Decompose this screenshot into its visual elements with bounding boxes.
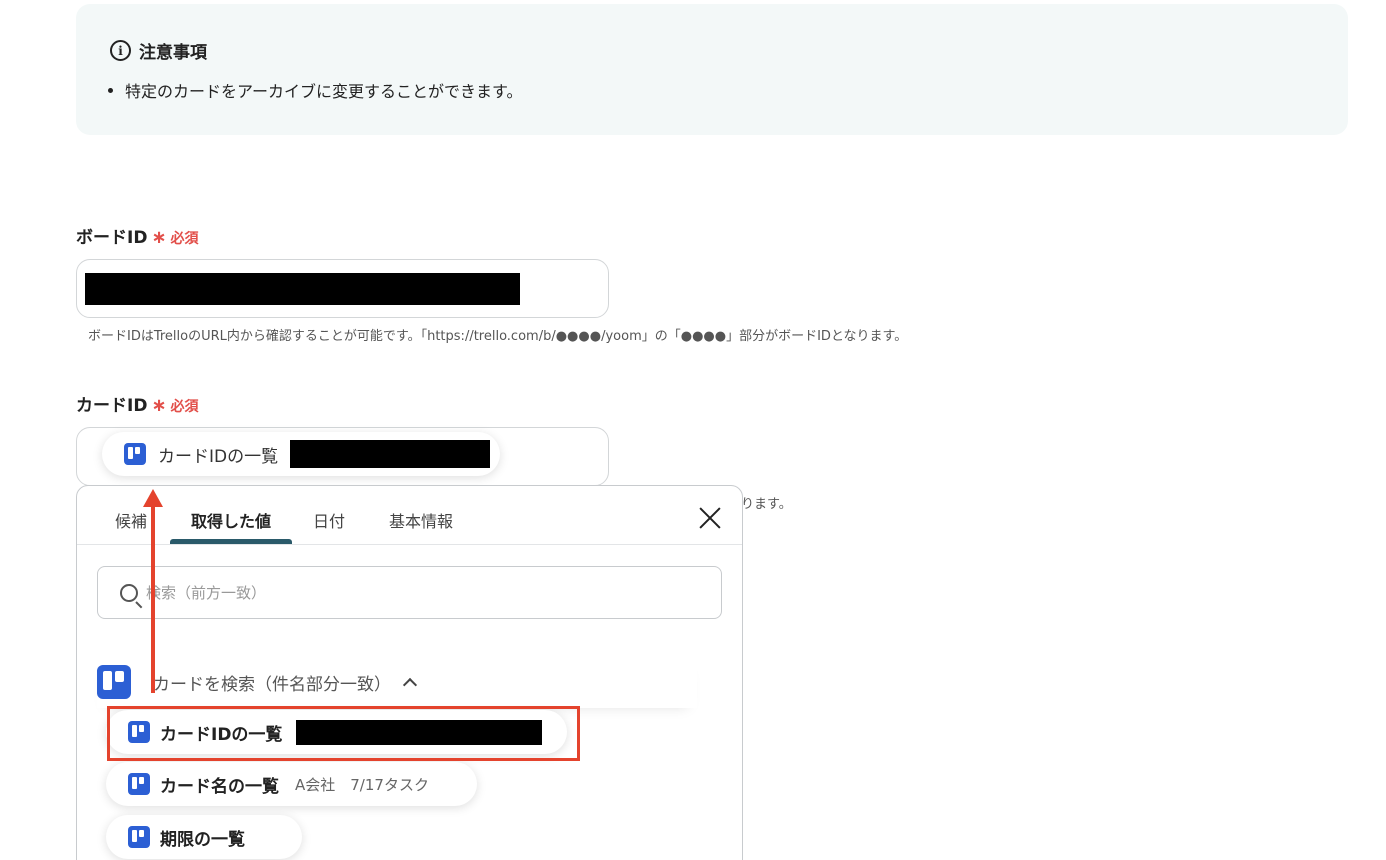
option-label: カード名の一覧 [160, 776, 279, 797]
tab-candidates[interactable]: 候補 [115, 508, 147, 532]
trello-icon [128, 773, 150, 795]
required-badge: ∗ 必須 [151, 227, 198, 248]
info-icon: i [110, 40, 131, 61]
option-label: 期限の一覧 [160, 829, 245, 850]
card-id-label-text: カードID [76, 396, 148, 416]
option-card-name-list[interactable]: カード名の一覧 A会社 7/17タスク [106, 762, 477, 806]
notice-heading: i 注意事項 [110, 38, 207, 63]
card-id-hint: ります。 [741, 497, 792, 512]
notice-title: 注意事項 [139, 43, 207, 63]
active-tab-indicator [170, 539, 292, 544]
chip-label: カードIDの一覧 [158, 446, 279, 467]
notice-item-text: 特定のカードをアーカイブに変更することができます。 [125, 82, 523, 101]
option-sample-value: A会社 7/17タスク [295, 775, 429, 794]
search-input[interactable]: 検索（前方一致） [97, 566, 722, 619]
trello-icon [124, 443, 146, 465]
required-asterisk-icon: ∗ [151, 227, 167, 248]
card-id-value-chip[interactable]: カードIDの一覧 [102, 432, 500, 476]
card-id-label: カードID ∗ 必須 [76, 391, 199, 416]
required-text: 必須 [170, 230, 199, 247]
group-label: カードを検索（件名部分一致） [153, 674, 391, 695]
trello-icon [128, 826, 150, 848]
search-icon [120, 583, 138, 602]
trello-icon [97, 665, 131, 699]
arrow-up-icon [143, 489, 163, 507]
tab-date[interactable]: 日付 [313, 508, 345, 532]
tab-acquired-values[interactable]: 取得した値 [191, 508, 271, 532]
search-cards-group-header[interactable]: カードを検索（件名部分一致） [97, 656, 697, 708]
annotation-arrow [151, 505, 155, 693]
picker-tabs: 候補 取得した値 日付 基本情報 [77, 486, 742, 545]
board-id-label-text: ボードID [76, 228, 148, 248]
redacted-value [290, 440, 491, 468]
board-id-label: ボードID ∗ 必須 [76, 223, 199, 248]
notice-panel: i 注意事項 特定のカードをアーカイブに変更することができます。 [76, 4, 1348, 135]
option-due-date-list[interactable]: 期限の一覧 [106, 815, 302, 859]
bullet-icon [108, 87, 113, 93]
required-text: 必須 [170, 398, 199, 415]
board-id-input[interactable] [76, 259, 609, 318]
board-id-hint: ボードIDはTrelloのURL内から確認することが可能です。「https://… [88, 329, 908, 344]
required-asterisk-icon: ∗ [151, 395, 167, 416]
highlight-box [107, 706, 580, 761]
redacted-value [85, 273, 520, 305]
chevron-up-icon[interactable] [402, 677, 418, 693]
search-placeholder: 検索（前方一致） [146, 584, 267, 602]
required-badge: ∗ 必須 [151, 395, 198, 416]
tab-basic-info[interactable]: 基本情報 [389, 508, 453, 532]
notice-list-item: 特定のカードをアーカイブに変更することができます。 [108, 78, 522, 102]
close-icon[interactable] [697, 505, 723, 531]
